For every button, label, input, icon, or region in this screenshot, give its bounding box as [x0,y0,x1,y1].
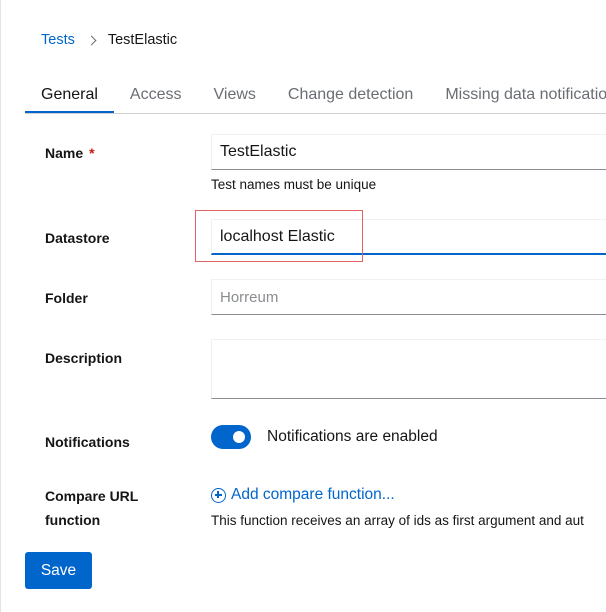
folder-input-placeholder: Horreum [220,288,279,306]
name-input[interactable]: TestElastic [211,134,606,170]
notifications-label: Notifications [45,434,130,450]
chevron-right-icon [86,35,97,45]
add-compare-function-label: Add compare function... [231,486,395,503]
plus-circle-icon [211,487,226,503]
breadcrumb-current: TestElastic [107,32,178,48]
name-input-value: TestElastic [220,143,297,160]
add-compare-function-button[interactable]: Add compare function... [211,486,395,504]
tab-change-detection[interactable]: Change detection [272,76,429,113]
highlight-box [195,210,363,262]
tab-views[interactable]: Views [198,76,272,113]
name-label-text: Name [45,145,84,161]
compare-url-label: Compare URL [45,488,139,504]
name-helper-text: Test names must be unique [211,177,377,192]
left-border [0,0,1,612]
tab-general[interactable]: General [25,76,114,113]
breadcrumb-link-tests[interactable]: Tests [41,32,75,48]
name-label: Name * [45,141,95,165]
folder-input[interactable]: Horreum [211,279,606,315]
tab-missing-data-notifications[interactable]: Missing data notifications [429,76,606,113]
datastore-label: Datastore [45,230,110,246]
notifications-toggle-label: Notifications are enabled [267,428,438,445]
tab-bar: General Access Views Change detection Mi… [25,76,606,114]
toggle-knob [233,431,245,443]
breadcrumb: Tests TestElastic [41,32,177,48]
description-textarea[interactable] [211,339,606,399]
compare-url-label-line2: function [45,512,101,528]
tab-access[interactable]: Access [114,76,198,113]
save-button[interactable]: Save [25,552,92,589]
folder-label: Folder [45,290,88,306]
notifications-toggle[interactable] [211,425,251,449]
compare-url-helper-text: This function receives an array of ids a… [211,513,584,528]
required-marker: * [89,145,95,161]
description-label: Description [45,350,123,366]
